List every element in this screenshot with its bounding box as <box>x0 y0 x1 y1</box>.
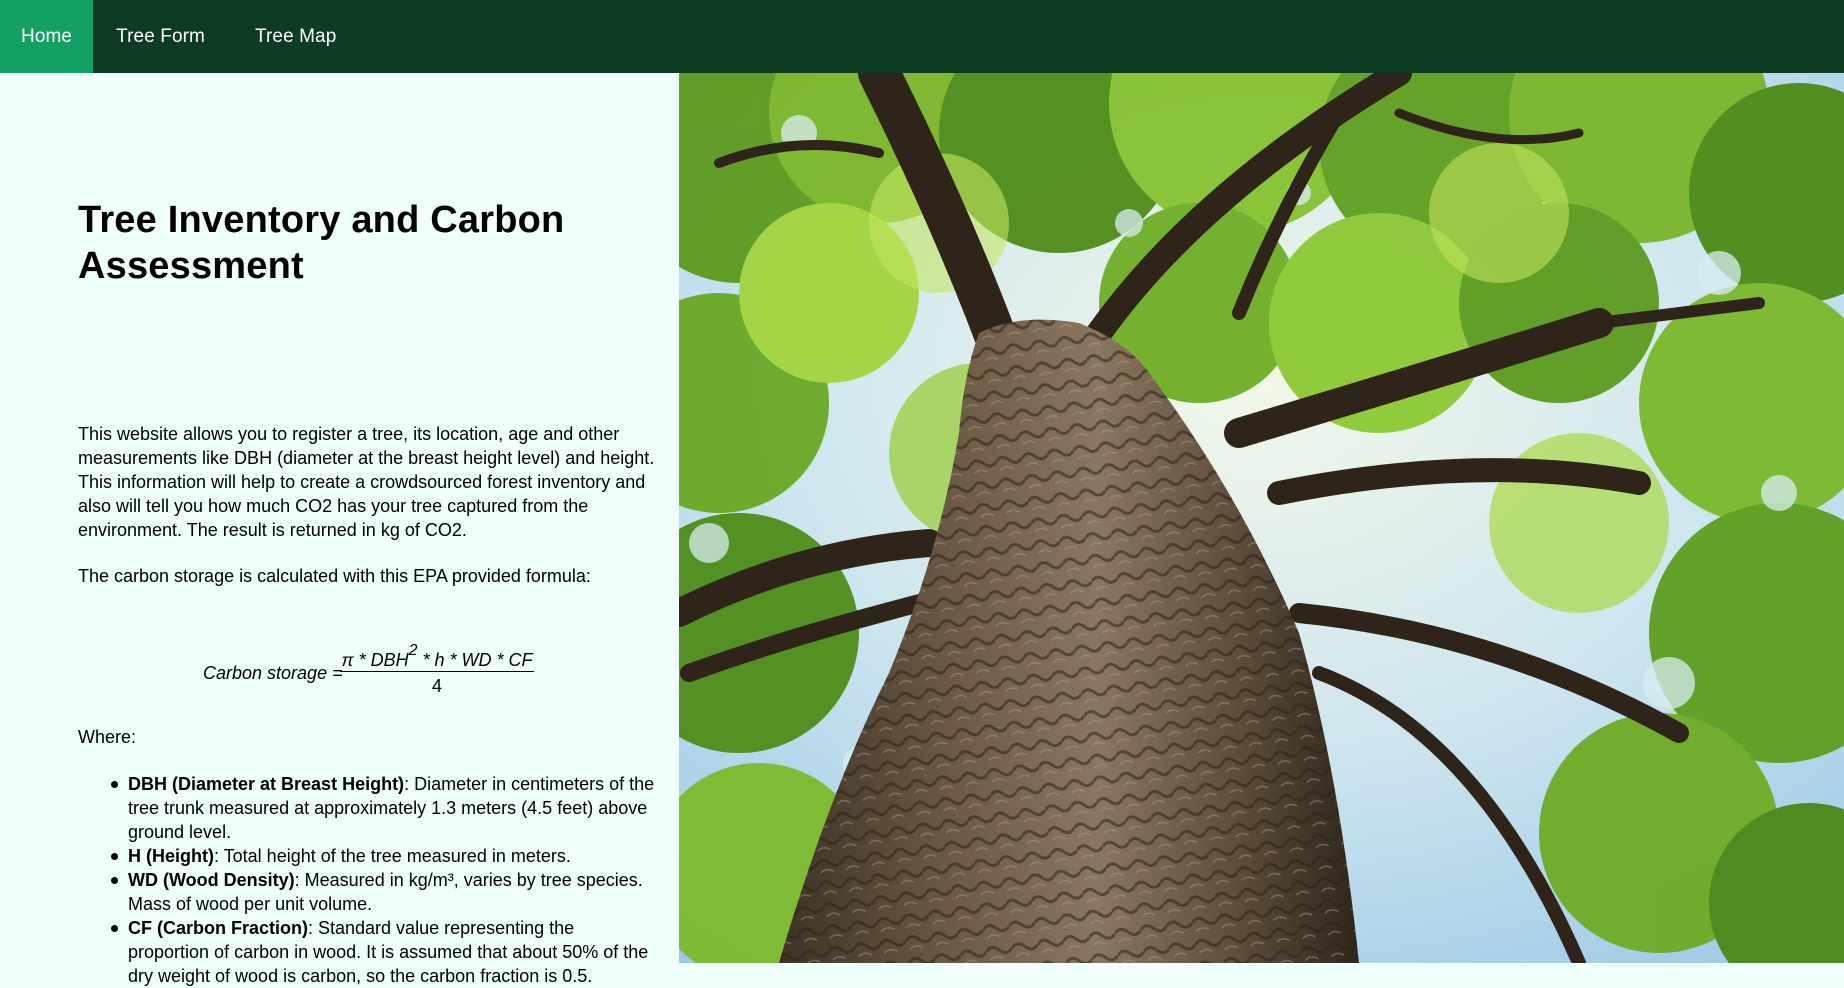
nav-home-link[interactable]: Home <box>0 0 94 73</box>
definition-dbh: DBH (Diameter at Breast Height): Diamete… <box>111 772 658 844</box>
definition-text: : Total height of the tree measured in m… <box>213 846 571 866</box>
definition-wood-density: WD (Wood Density): Measured in kg/m³, va… <box>111 868 658 916</box>
formula-numerator: π * DBH2 * h * WD * CF <box>340 637 534 670</box>
formula-intro-text: The carbon storage is calculated with th… <box>78 566 591 586</box>
formula-lhs: Carbon storage = <box>203 663 343 683</box>
numerator-exponent: 2 <box>408 642 418 659</box>
tree-photo-illustration <box>679 73 1844 963</box>
formula-denominator: 4 <box>431 676 442 696</box>
definition-term: CF (Carbon Fraction) <box>128 918 308 938</box>
top-navigation: Home Tree Form Tree Map <box>0 0 1844 73</box>
tree-canopy-photo <box>679 73 1844 963</box>
page-title: Tree Inventory and Carbon Assessment <box>78 199 565 287</box>
definitions-list: DBH (Diameter at Breast Height): Diamete… <box>78 772 658 988</box>
definition-term: WD (Wood Density) <box>128 870 295 890</box>
formula-fraction: π * DBH2 * h * WD * CF 4 <box>340 637 534 697</box>
info-content: Tree Inventory and Carbon Assessment Thi… <box>78 197 658 986</box>
definition-term: DBH (Diameter at Breast Height) <box>128 774 405 794</box>
numerator-post: * h * WD * CF <box>417 650 533 670</box>
fraction-bar <box>340 671 534 672</box>
definition-carbon-fraction: CF (Carbon Fraction): Standard value rep… <box>111 916 658 988</box>
nav-tree-form-link[interactable]: Tree Form <box>93 0 234 73</box>
nav-tree-map-link[interactable]: Tree Map <box>234 0 357 73</box>
definition-term: H (Height) <box>128 846 214 866</box>
numerator-pre: π * DBH <box>341 650 409 670</box>
intro-paragraph: This website allows you to register a tr… <box>78 424 655 540</box>
where-label: Where: <box>78 727 137 747</box>
carbon-storage-formula: Carbon storage = π * DBH2 * h * WD * CF … <box>78 637 658 707</box>
definition-height: H (Height): Total height of the tree mea… <box>111 844 658 868</box>
info-panel: Tree Inventory and Carbon Assessment Thi… <box>0 73 679 986</box>
